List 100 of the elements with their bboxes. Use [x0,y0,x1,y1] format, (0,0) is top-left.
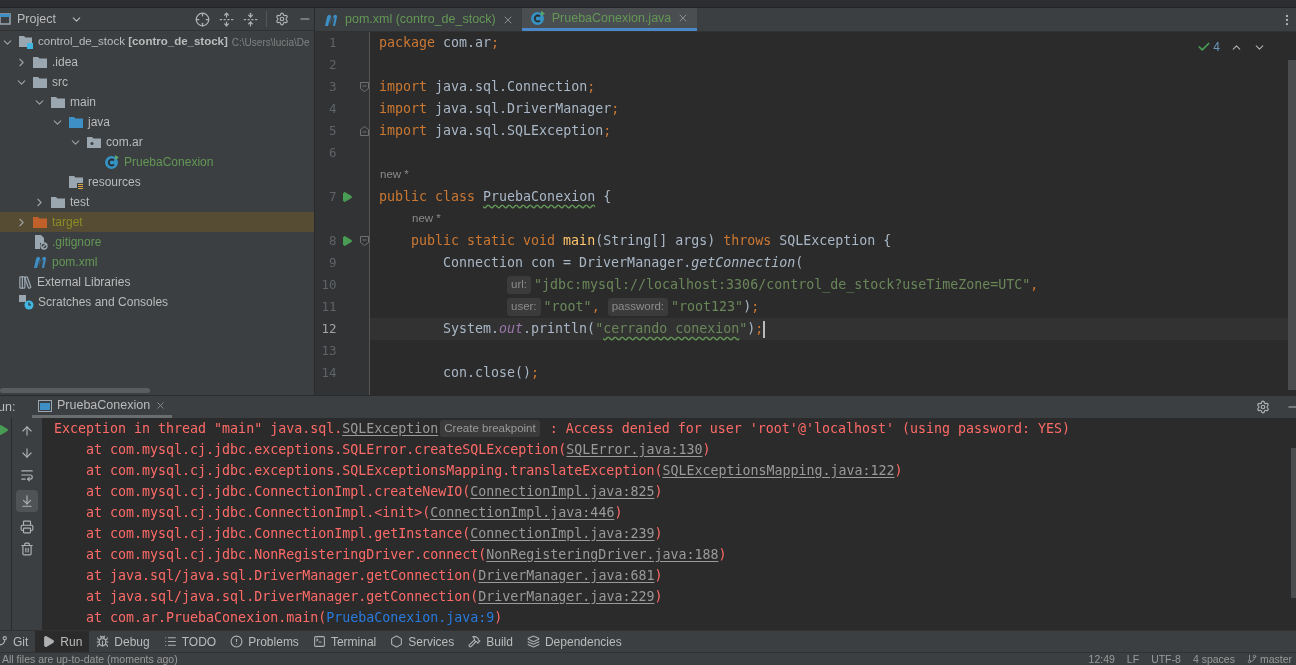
tree-label: PruebaConexion [124,154,214,171]
fold-icon[interactable] [360,126,369,136]
list-icon [163,635,177,648]
tool-window-button[interactable]: Dependencies [519,631,629,652]
console-text: at com.mysql.cj.jdbc.ConnectionImpl.getInstance( [85,524,471,543]
code-token: main [563,232,596,251]
console-link[interactable]: ConnectionImpl.java:446 [430,502,615,523]
console-link[interactable]: SQLException [342,418,439,439]
rerun-icon[interactable] [0,424,9,436]
console-link[interactable]: ConnectionImpl.java:239 [470,523,655,544]
settings-icon[interactable] [275,12,289,26]
console-text: ) [654,482,663,501]
console-link[interactable]: PruebaConexion.java:9 [326,607,495,628]
console-text: at com.mysql.cj.jdbc.NonRegisteringDriver.connect( [85,545,487,564]
print-icon[interactable] [20,520,34,534]
branch-widget[interactable]: master [1246,653,1292,665]
status-message: All files are up-to-date (moments ago) [2,653,178,665]
code-token: { [602,188,612,207]
fold-icon[interactable] [360,236,369,246]
status-item[interactable]: 4 spaces [1192,653,1235,665]
code-token: , [1030,276,1039,295]
code-token: ; [491,34,500,53]
code-token: cerrando conexion [603,320,740,339]
console-text: at com.mysql.cj.jdbc.exceptions.SQLExceptionsMapping.translateException( [85,461,663,480]
collapse-all-icon[interactable] [243,11,258,27]
status-item[interactable]: UTF-8 [1151,653,1181,665]
locate-icon[interactable] [195,11,210,27]
run-icon[interactable] [341,191,354,203]
status-item[interactable]: LF [1126,653,1140,665]
tool-window-button[interactable]: TODO [156,631,224,652]
code-token: java.sql.Connection [435,78,588,97]
code-token: java.sql.SQLException [435,122,604,141]
console-text: at java.sql/java.sql.DriverManager.getConnection( [85,566,479,585]
folder-icon [32,215,48,229]
resources-folder-icon [68,174,84,190]
inline-hint[interactable]: Create breakpoint [440,419,540,438]
panel-title[interactable]: Project [17,9,56,29]
tool-window-button[interactable]: Terminal [305,631,384,652]
expand-all-icon[interactable] [219,11,234,27]
code-token: public class [379,188,477,207]
tree-label: Scratches and Consoles [38,294,169,311]
code-token: package [379,34,437,53]
maven-file-icon [32,255,48,269]
code-token: .println( [523,320,596,339]
tool-window-button[interactable]: Run [35,631,90,652]
package-icon [86,135,102,149]
console-text: Exception in thread "main" java.sql. [54,419,343,438]
run-icon[interactable] [341,235,354,247]
code-token: ( [795,254,804,273]
console-text: : Access denied for user 'root'@'localhost' (using password: YES) [548,419,1071,438]
text-cursor [763,320,765,338]
code-token: ; [587,78,596,97]
scroll-to-end-button[interactable] [16,490,38,512]
console-link[interactable]: SQLExceptionsMapping.java:122 [662,460,895,481]
tool-window-button[interactable]: Problems [223,631,306,652]
tool-window-button[interactable]: Services [383,631,462,652]
console-link[interactable]: DriverManager.java:229 [478,586,655,607]
code-token: SQLException { [779,232,892,251]
parameter-hint: password: [607,298,669,316]
parameter-hint: user: [507,298,541,316]
hexagon-icon [390,635,404,648]
scrollbar[interactable] [1288,60,1296,390]
code-token: import [379,78,429,97]
branch-icon [1246,654,1257,664]
editor-tab[interactable]: pom.xml (contro_de_stock) [315,8,522,31]
trash-icon[interactable] [20,542,34,556]
code-token: ; [603,122,612,141]
console-text: ) [702,440,711,459]
close-icon[interactable] [155,400,167,411]
tool-window-button[interactable]: Build [461,631,520,652]
fold-icon[interactable] [360,82,369,92]
console-text: at com.mysql.cj.jdbc.exceptions.SQLError.createSQLException( [85,440,567,459]
scrollbar[interactable] [1291,448,1296,598]
console-link[interactable]: NonRegisteringDriver.java:188 [486,544,719,565]
code-token: Connection con = DriverManager. [443,254,692,273]
play-icon [42,635,56,648]
console-text: ) [614,503,623,522]
settings-icon[interactable] [1256,400,1270,414]
console-text: ) [654,587,663,606]
scrollbar[interactable] [0,388,150,393]
status-item[interactable]: 12:49 [1088,653,1115,665]
console-link[interactable]: ConnectionImpl.java:825 [470,481,655,502]
scroll-to-end-icon [20,494,34,508]
hammer-icon [468,635,482,648]
soft-wrap-icon[interactable] [20,468,34,482]
author-hint: new * [412,211,441,227]
code-token: "root" [543,298,592,317]
folder-icon [50,95,66,109]
tool-window-button[interactable]: Git [0,631,36,652]
bug-icon [96,635,110,648]
code-token: getConnection [691,254,796,273]
code-token: "root123" [671,298,744,317]
inspection-widget[interactable]: 4 [1197,38,1220,56]
code-token: ; [755,320,764,339]
tool-window-button[interactable]: Debug [89,631,157,652]
ignored-file-icon [32,234,48,250]
console-link[interactable]: SQLError.java:130 [566,439,703,460]
alert-icon [230,635,244,648]
console-link[interactable]: DriverManager.java:681 [478,565,655,586]
tree-label: control_de_stock [contro_de_stock] [38,34,228,50]
